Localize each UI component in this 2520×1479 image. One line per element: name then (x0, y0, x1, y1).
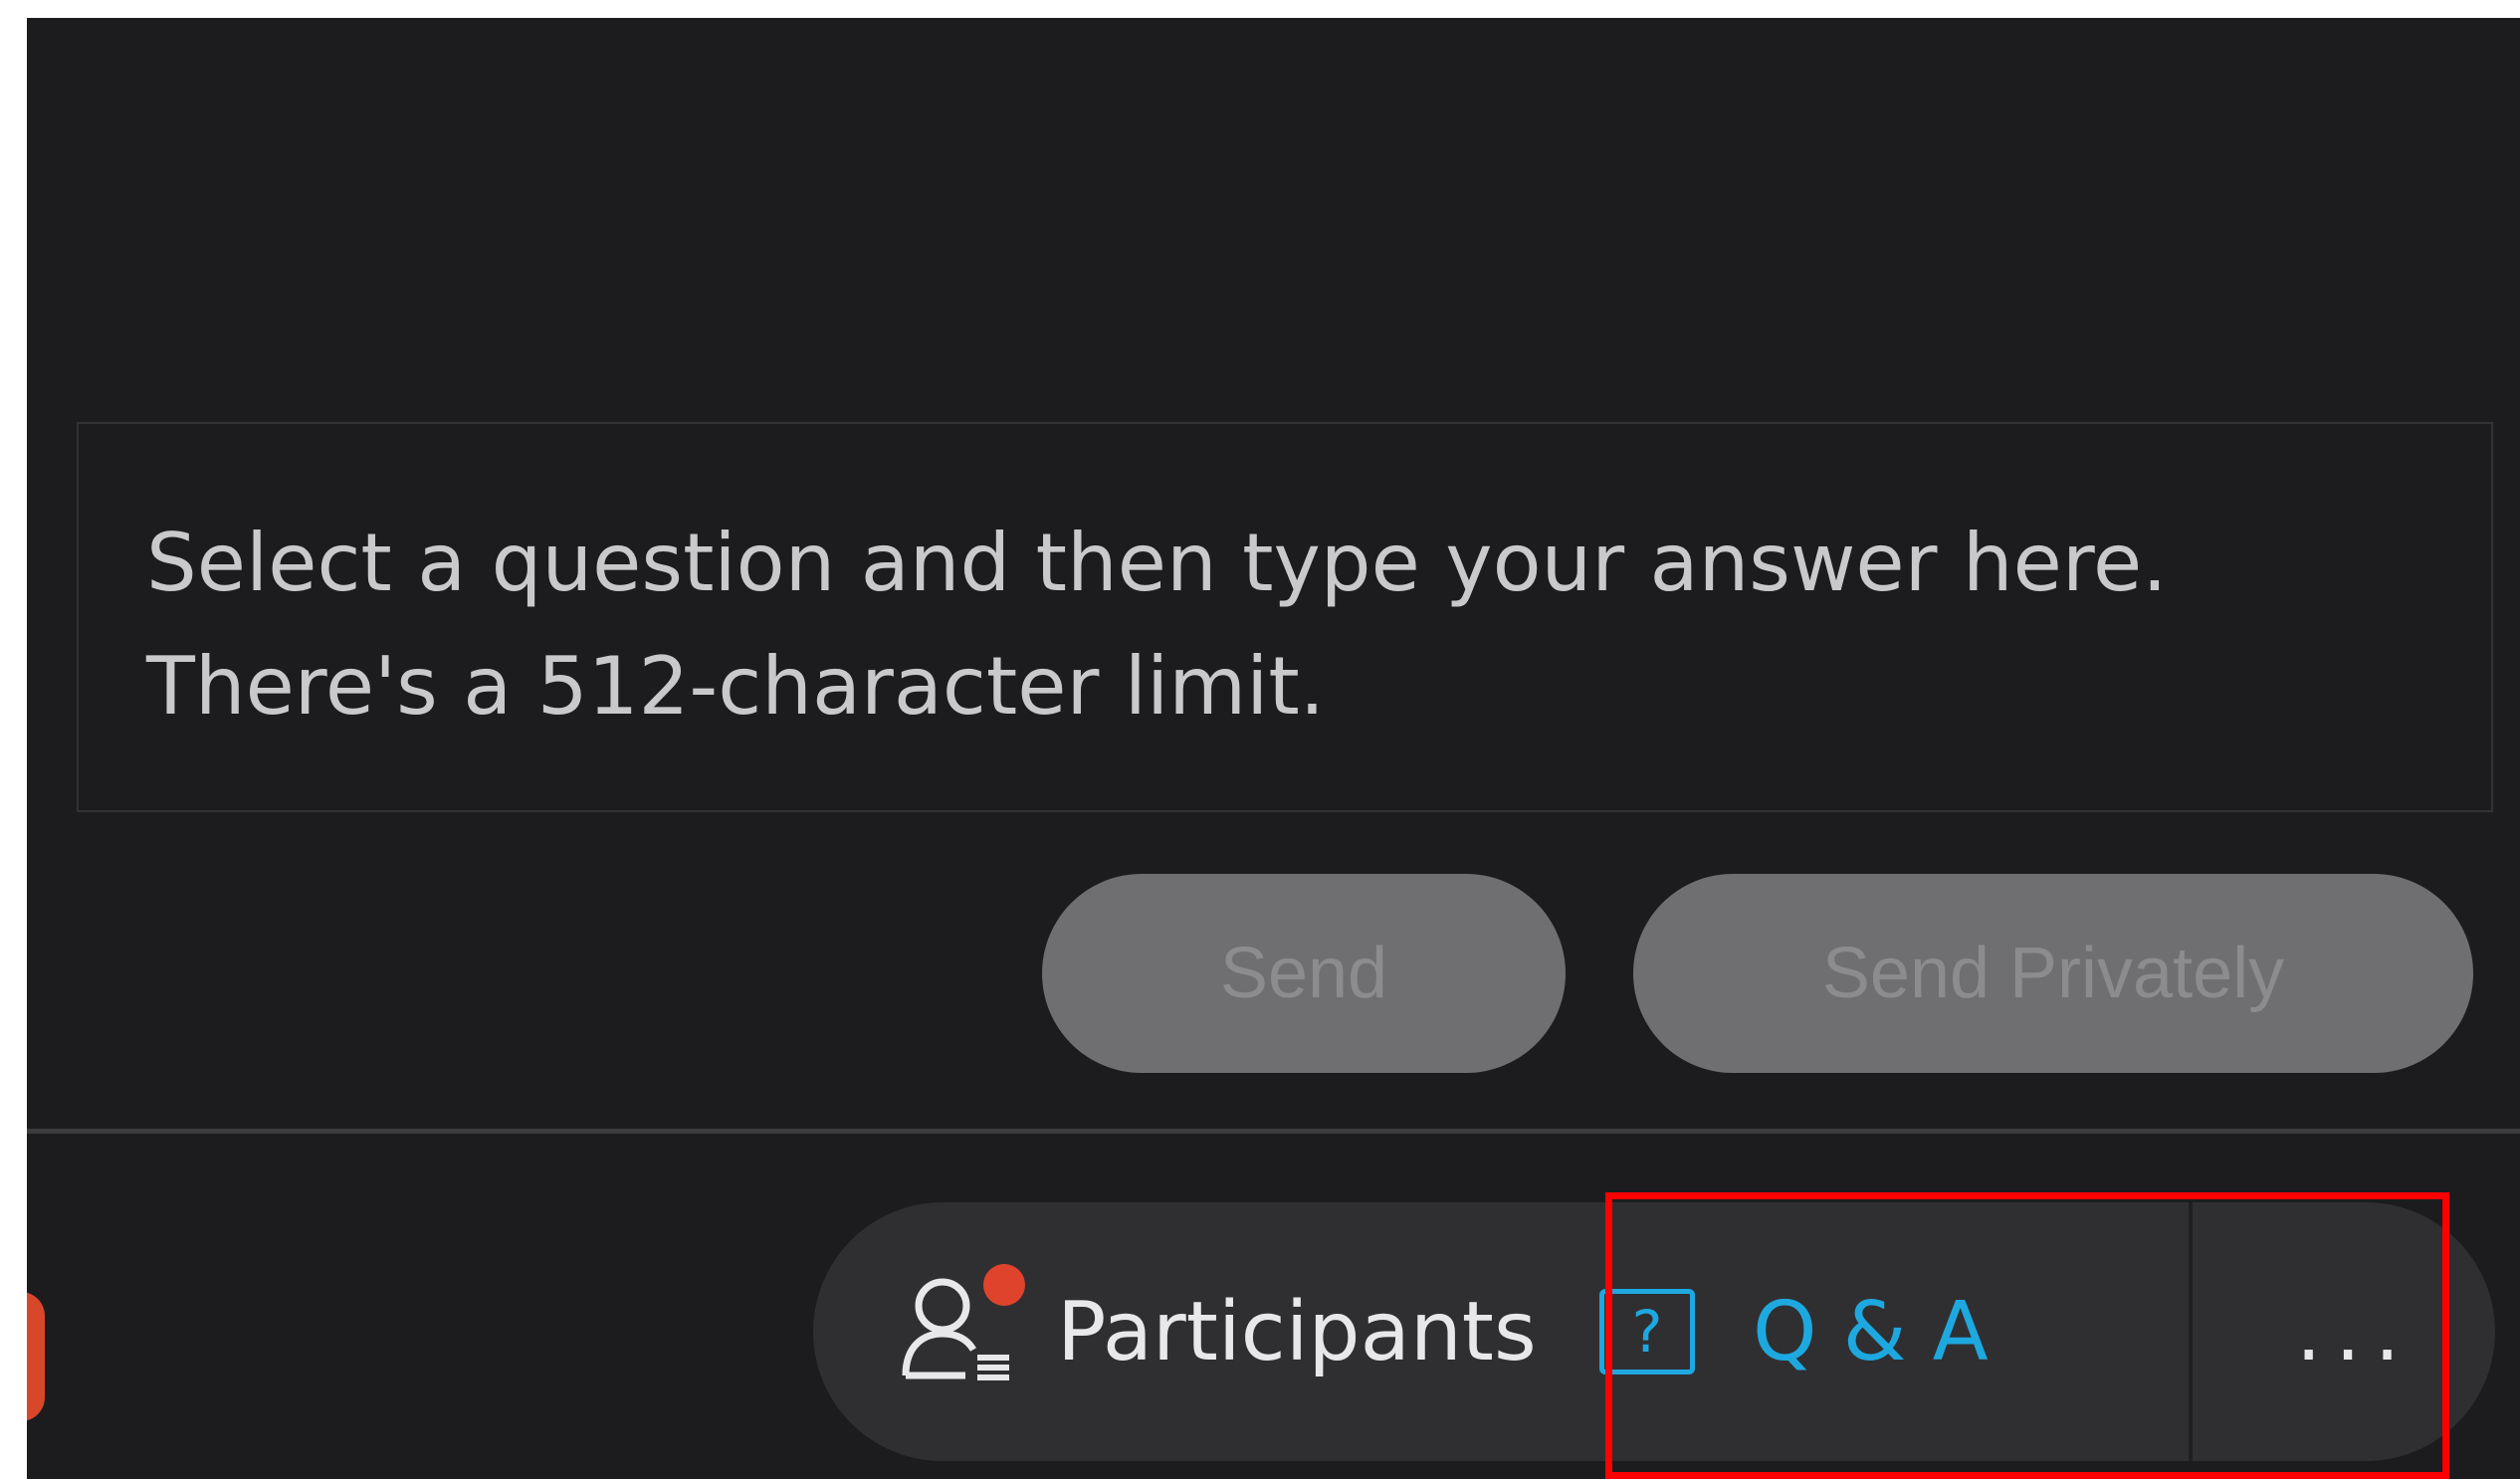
toolbar-separator (2189, 1202, 2193, 1461)
bottom-toolbar: Participants ? Q & A ... (813, 1202, 2495, 1461)
question-mark-icon: ? (1599, 1289, 1695, 1374)
participants-icon (898, 1264, 1025, 1391)
qa-label: Q & A (1753, 1284, 1989, 1379)
answer-placeholder: Select a question and then type your ans… (146, 517, 2168, 733)
more-icon: ... (2296, 1285, 2415, 1378)
answer-input[interactable]: Select a question and then type your ans… (77, 422, 2493, 812)
qa-button[interactable]: ? Q & A (1599, 1202, 1989, 1461)
send-button[interactable]: Send (1042, 874, 1566, 1073)
more-button[interactable]: ... (2296, 1202, 2414, 1461)
notification-dot (983, 1264, 1025, 1306)
divider (27, 1129, 2520, 1134)
participants-button[interactable]: Participants (898, 1202, 1537, 1461)
leave-button-edge[interactable] (27, 1292, 45, 1421)
participants-label: Participants (1057, 1284, 1537, 1379)
send-privately-button[interactable]: Send Privately (1633, 874, 2473, 1073)
qa-panel: Select a question and then type your ans… (27, 18, 2520, 1479)
